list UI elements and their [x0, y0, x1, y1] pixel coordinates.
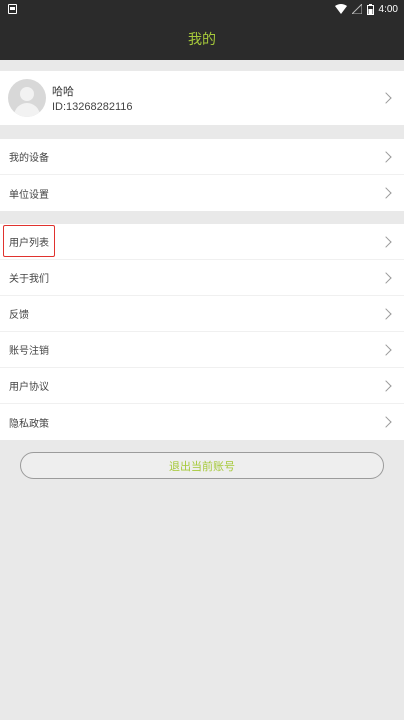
menu-item-user-agreement[interactable]: 用户协议	[0, 368, 404, 404]
profile-id: ID:13268282116	[52, 101, 133, 113]
menu-item-about-us[interactable]: 关于我们	[0, 260, 404, 296]
menu-item-my-devices[interactable]: 我的设备	[0, 139, 404, 175]
profile-name: 哈哈	[52, 85, 74, 98]
chevron-right-icon	[380, 307, 392, 320]
menu-item-unit-settings[interactable]: 单位设置	[0, 175, 404, 211]
menu-item-label: 反馈	[9, 310, 29, 321]
signal-icon	[351, 4, 362, 14]
menu-item-label: 用户协议	[9, 382, 49, 393]
chevron-right-icon	[380, 150, 392, 163]
avatar	[8, 79, 46, 117]
menu-item-privacy-policy[interactable]: 隐私政策	[0, 404, 404, 440]
menu-item-label: 关于我们	[9, 274, 49, 285]
profile-row[interactable]: 哈哈 ID:13268282116	[0, 71, 404, 125]
menu-item-label: 账号注销	[9, 346, 49, 357]
menu-item-label: 单位设置	[9, 189, 49, 201]
menu-item-label: 用户列表	[9, 238, 49, 249]
menu-item-user-list[interactable]: 用户列表	[0, 224, 404, 260]
title-bar: 我的	[0, 18, 404, 60]
status-bar: 4:00	[0, 0, 404, 18]
settings-group-1: 我的设备 单位设置	[0, 139, 404, 211]
chevron-right-icon	[380, 416, 392, 428]
chevron-right-icon	[380, 235, 392, 248]
menu-item-label: 隐私政策	[9, 418, 49, 430]
wifi-icon	[334, 4, 347, 14]
chevron-right-icon	[380, 343, 392, 356]
logout-button[interactable]: 退出当前账号	[20, 452, 384, 479]
logout-label: 退出当前账号	[169, 459, 235, 473]
battery-icon	[366, 3, 374, 15]
menu-item-label: 我的设备	[9, 153, 49, 164]
page-title: 我的	[188, 32, 216, 48]
chevron-right-icon	[380, 271, 392, 284]
menu-item-account-deletion[interactable]: 账号注销	[0, 332, 404, 368]
notification-icon	[8, 4, 17, 14]
menu-item-feedback[interactable]: 反馈	[0, 296, 404, 332]
chevron-right-icon	[380, 187, 392, 199]
chevron-right-icon	[380, 379, 392, 392]
clock: 4:00	[378, 3, 398, 15]
settings-group-2: 用户列表 关于我们 反馈 账号注销 用户协议 隐私政策	[0, 224, 404, 440]
chevron-right-icon	[380, 92, 392, 104]
